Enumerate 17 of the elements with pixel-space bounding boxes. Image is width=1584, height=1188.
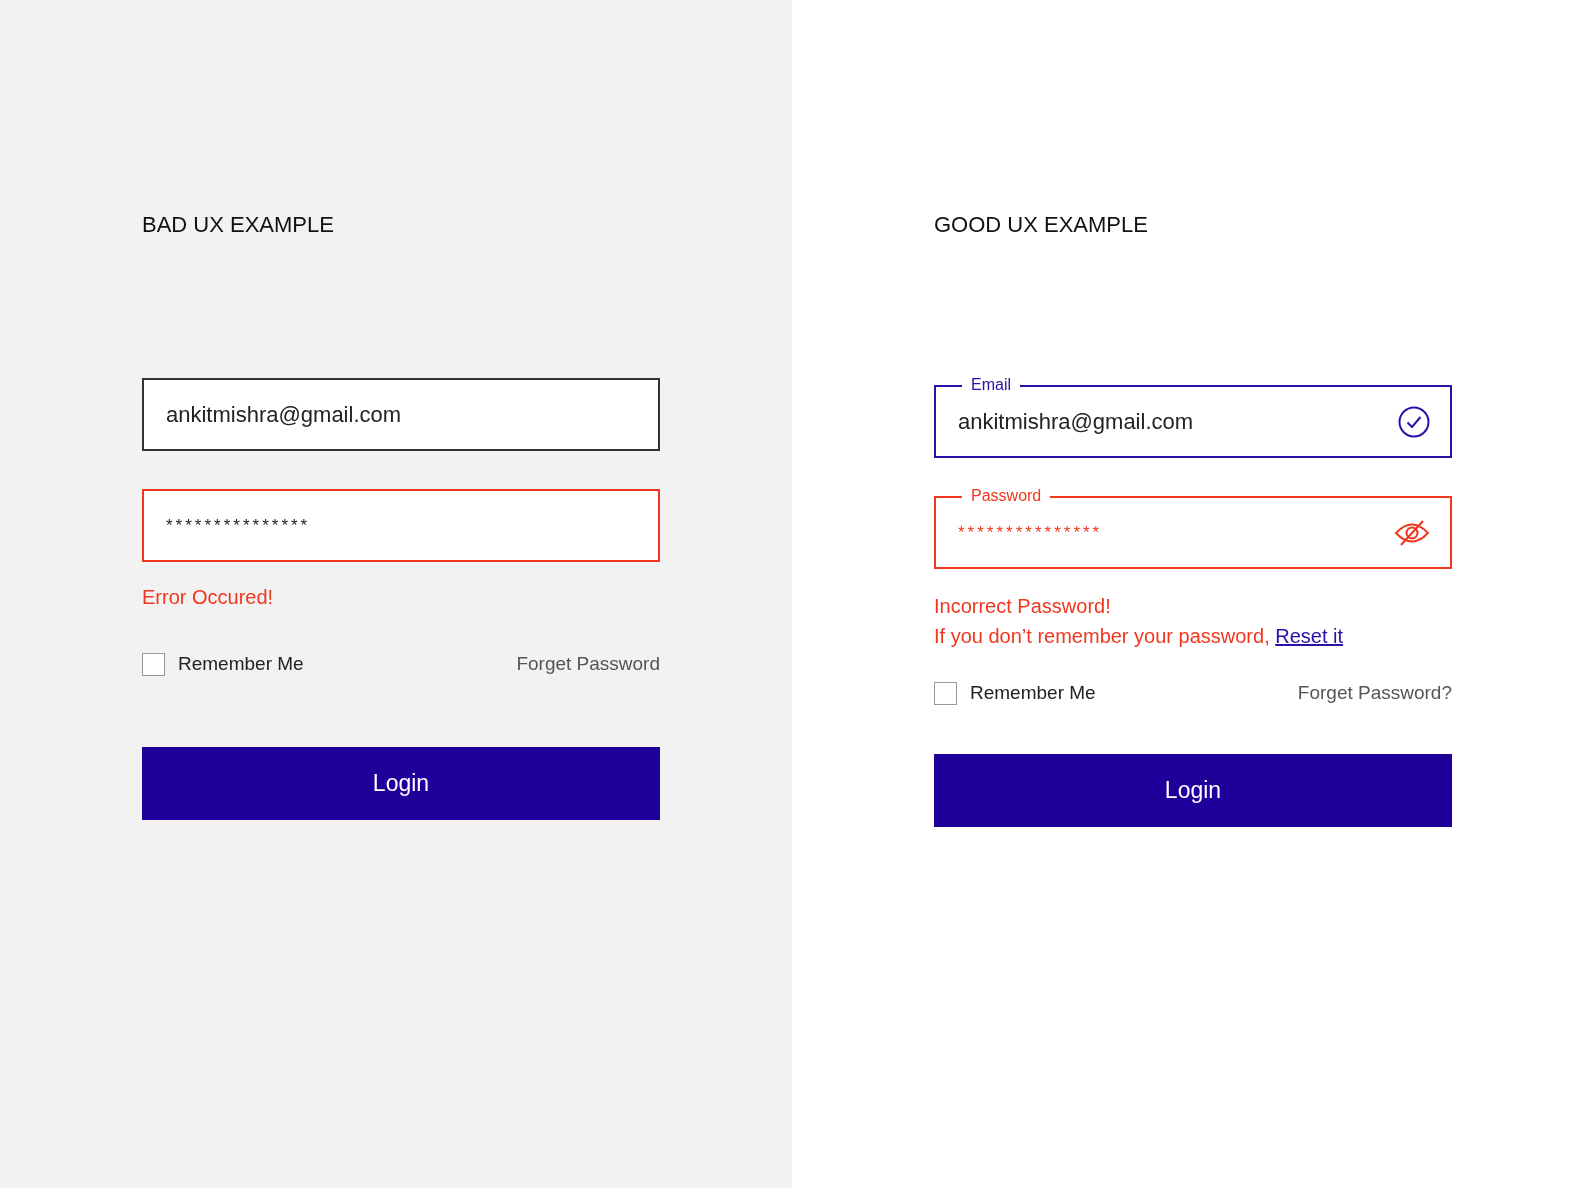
forgot-password-link[interactable]: Forget Password? (1297, 682, 1452, 704)
error-message: If you don’t remember your password, Reset it (934, 624, 1345, 649)
password-field[interactable]: *************** (142, 489, 660, 562)
login-button[interactable]: Login (142, 747, 660, 820)
error-message: Incorrect Password! (934, 594, 1112, 619)
reset-link[interactable]: Reset it (1275, 625, 1344, 647)
check-circle-icon (1398, 405, 1430, 438)
remember-label: Remember Me (178, 653, 304, 675)
email-field[interactable]: ankitmishra@gmail.com (142, 378, 660, 451)
forgot-password-link[interactable]: Forget Password (516, 653, 660, 675)
remember-label: Remember Me (970, 682, 1096, 704)
remember-checkbox[interactable] (934, 681, 957, 705)
section-title: GOOD UX EXAMPLE (934, 212, 1149, 238)
section-title: BAD UX EXAMPLE (142, 212, 335, 238)
error-message: Error Occured! (142, 585, 275, 609)
remember-checkbox[interactable] (142, 652, 165, 676)
login-button[interactable]: Login (934, 754, 1452, 827)
